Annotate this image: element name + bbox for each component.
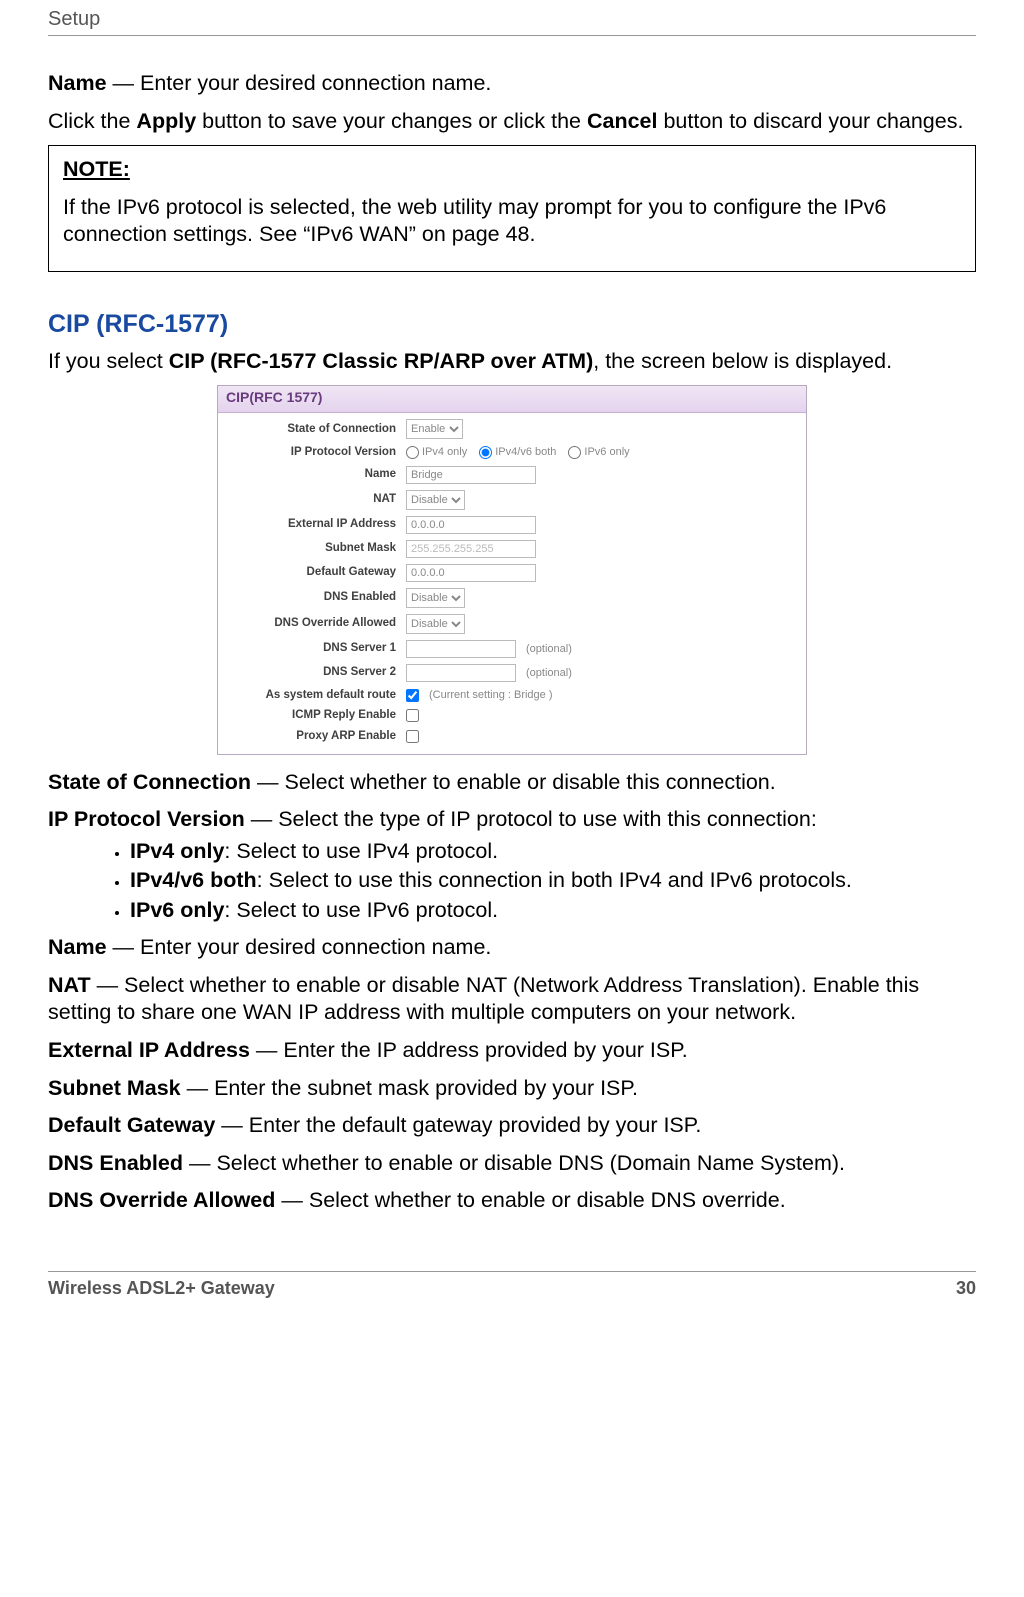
hint-defroute: (Current setting : Bridge ) bbox=[429, 688, 553, 702]
def-extip: External IP Address — Enter the IP addre… bbox=[48, 1037, 976, 1065]
note-text: If the IPv6 protocol is selected, the we… bbox=[63, 194, 961, 249]
label-ipproto: IP Protocol Version bbox=[226, 445, 406, 460]
note-box: NOTE: If the IPv6 protocol is selected, … bbox=[48, 145, 976, 272]
label-dns2: DNS Server 2 bbox=[226, 665, 406, 680]
term-dnsov: DNS Override Allowed bbox=[48, 1188, 275, 1212]
section-lead: If you select CIP (RFC-1577 Classic RP/A… bbox=[48, 348, 976, 376]
def-ipproto: IP Protocol Version — Select the type of… bbox=[48, 806, 976, 834]
input-extip[interactable] bbox=[406, 516, 536, 534]
section-heading: CIP (RFC-1577) bbox=[48, 308, 976, 340]
def-dnsov: DNS Override Allowed — Select whether to… bbox=[48, 1187, 976, 1215]
label-nat: NAT bbox=[226, 492, 406, 507]
radio-ipv4[interactable] bbox=[406, 446, 419, 459]
desc-gw: — Enter the default gateway provided by … bbox=[215, 1113, 701, 1137]
hint-dns2: (optional) bbox=[526, 666, 572, 680]
select-nat[interactable]: Disable bbox=[406, 490, 465, 510]
checkbox-defroute[interactable] bbox=[406, 689, 419, 702]
def-state: State of Connection — Select whether to … bbox=[48, 769, 976, 797]
term-cancel: Cancel bbox=[587, 109, 658, 133]
term-nat: NAT bbox=[48, 973, 91, 997]
page-footer: Wireless ADSL2+ Gateway 30 bbox=[48, 1271, 976, 1299]
label-arp: Proxy ARP Enable bbox=[226, 729, 406, 744]
label-icmp: ICMP Reply Enable bbox=[226, 708, 406, 723]
desc-dnsen: — Select whether to enable or disable DN… bbox=[183, 1151, 845, 1175]
bullet-ipv4: IPv4 only: Select to use IPv4 protocol. bbox=[130, 838, 976, 866]
label-name: Name bbox=[226, 467, 406, 482]
desc-ipproto: — Select the type of IP protocol to use … bbox=[245, 807, 817, 831]
checkbox-icmp[interactable] bbox=[406, 709, 419, 722]
label-dnsen: DNS Enabled bbox=[226, 590, 406, 605]
def-gw: Default Gateway — Enter the default gate… bbox=[48, 1112, 976, 1140]
input-name[interactable] bbox=[406, 466, 536, 484]
desc-name2: — Enter your desired connection name. bbox=[107, 935, 492, 959]
intro-name-line: Name — Enter your desired connection nam… bbox=[48, 70, 976, 98]
term-apply: Apply bbox=[136, 109, 196, 133]
term-dnsen: DNS Enabled bbox=[48, 1151, 183, 1175]
label-dns1: DNS Server 1 bbox=[226, 641, 406, 656]
footer-page: 30 bbox=[956, 1278, 976, 1299]
hint-dns1: (optional) bbox=[526, 642, 572, 656]
cip-panel-title: CIP(RFC 1577) bbox=[218, 386, 806, 413]
intro-apply-line: Click the Apply button to save your chan… bbox=[48, 108, 976, 136]
term-state: State of Connection bbox=[48, 770, 251, 794]
desc-mask: — Enter the subnet mask provided by your… bbox=[181, 1076, 638, 1100]
term-extip: External IP Address bbox=[48, 1038, 250, 1062]
desc-name: — Enter your desired connection name. bbox=[107, 71, 492, 95]
select-dnsen[interactable]: Disable bbox=[406, 588, 465, 608]
label-extip: External IP Address bbox=[226, 517, 406, 532]
desc-dnsov: — Select whether to enable or disable DN… bbox=[275, 1188, 785, 1212]
label-gw: Default Gateway bbox=[226, 565, 406, 580]
select-state[interactable]: Enable bbox=[406, 419, 463, 439]
term-ipproto: IP Protocol Version bbox=[48, 807, 245, 831]
protocol-bullets: IPv4 only: Select to use IPv4 protocol. … bbox=[48, 838, 976, 925]
radio-ipv4v6-label: IPv4/v6 both bbox=[495, 445, 556, 459]
input-gw[interactable] bbox=[406, 564, 536, 582]
desc-state: — Select whether to enable or disable th… bbox=[251, 770, 776, 794]
bullet-ipv6: IPv6 only: Select to use IPv6 protocol. bbox=[130, 897, 976, 925]
def-mask: Subnet Mask — Enter the subnet mask prov… bbox=[48, 1075, 976, 1103]
footer-product: Wireless ADSL2+ Gateway bbox=[48, 1278, 275, 1299]
section-lead-bold: CIP (RFC-1577 Classic RP/ARP over ATM) bbox=[169, 349, 594, 373]
cip-form-panel: CIP(RFC 1577) State of Connection Enable… bbox=[217, 385, 807, 755]
radio-ipv6[interactable] bbox=[568, 446, 581, 459]
input-dns1[interactable] bbox=[406, 640, 516, 658]
radio-ipv4v6[interactable] bbox=[479, 446, 492, 459]
def-nat: NAT — Select whether to enable or disabl… bbox=[48, 972, 976, 1027]
input-mask[interactable] bbox=[406, 540, 536, 558]
form-figure: CIP(RFC 1577) State of Connection Enable… bbox=[48, 385, 976, 755]
page-header: Setup bbox=[48, 8, 976, 36]
term-name: Name bbox=[48, 71, 107, 95]
def-name2: Name — Enter your desired connection nam… bbox=[48, 934, 976, 962]
input-dns2[interactable] bbox=[406, 664, 516, 682]
term-mask: Subnet Mask bbox=[48, 1076, 181, 1100]
select-dnsov[interactable]: Disable bbox=[406, 614, 465, 634]
note-label: NOTE: bbox=[63, 156, 961, 184]
label-defroute: As system default route bbox=[226, 688, 406, 703]
radio-ipv4-label: IPv4 only bbox=[422, 445, 467, 459]
bullet-ipv4v6: IPv4/v6 both: Select to use this connect… bbox=[130, 867, 976, 895]
desc-nat: — Select whether to enable or disable NA… bbox=[48, 973, 919, 1025]
term-gw: Default Gateway bbox=[48, 1113, 215, 1137]
label-mask: Subnet Mask bbox=[226, 541, 406, 556]
label-state: State of Connection bbox=[226, 422, 406, 437]
def-dnsen: DNS Enabled — Select whether to enable o… bbox=[48, 1150, 976, 1178]
term-name2: Name bbox=[48, 935, 107, 959]
label-dnsov: DNS Override Allowed bbox=[226, 616, 406, 631]
checkbox-arp[interactable] bbox=[406, 730, 419, 743]
desc-extip: — Enter the IP address provided by your … bbox=[250, 1038, 688, 1062]
radio-ipv6-label: IPv6 only bbox=[584, 445, 629, 459]
